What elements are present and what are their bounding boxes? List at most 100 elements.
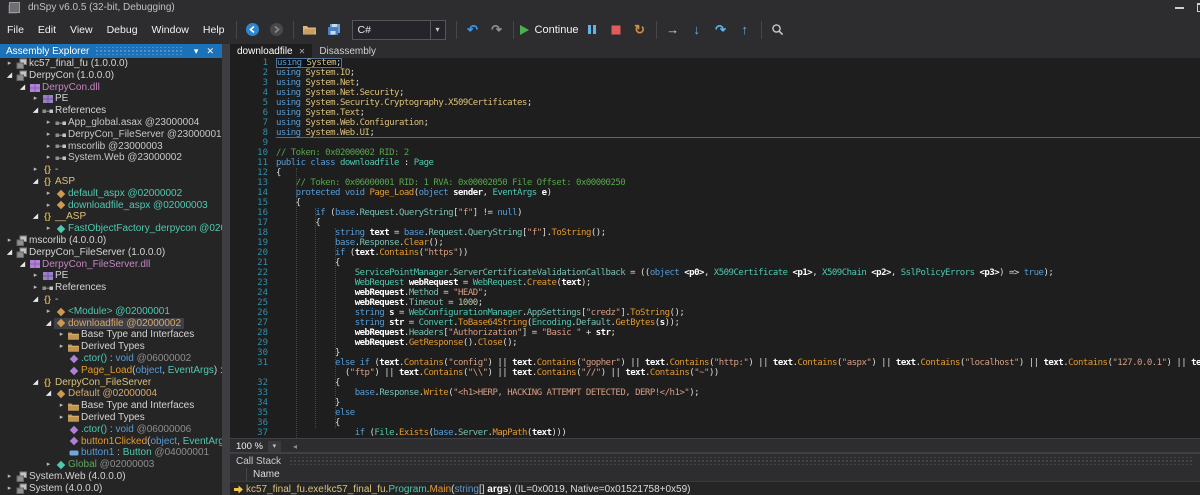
expand-icon[interactable]: ▸ [30,93,41,105]
code-line[interactable]: 20 if (text.Contains("https")) [242,248,1200,258]
stop-debugging-button[interactable] [605,19,627,41]
code-line[interactable]: 14 protected void Page_Load(object sende… [242,188,1200,198]
code-line[interactable]: 7using System.Web.Configuration; [242,118,1200,128]
save-all-button[interactable] [323,19,345,41]
tree-item[interactable]: ▸Derived Types [0,341,222,353]
collapse-icon[interactable]: ◢ [43,318,54,330]
code-line[interactable]: 8using System.Web.UI; [242,128,1200,138]
maximize-icon[interactable] [1190,0,1200,15]
navigate-forward-button[interactable] [266,19,288,41]
expand-icon[interactable]: ▸ [43,141,54,153]
tree-item[interactable]: ▸Base Type and Interfaces [0,400,222,412]
code-line[interactable]: 9 [242,138,1200,148]
code-line[interactable]: 12{ [242,168,1200,178]
tree-item[interactable]: ▸mscorlib (4.0.0.0) [0,235,222,247]
code-line[interactable]: 13 // Token: 0x06000001 RID: 1 RVA: 0x00… [242,178,1200,188]
expand-icon[interactable]: ▸ [56,412,67,424]
minimize-icon[interactable] [1168,0,1190,15]
collapse-icon[interactable]: ◢ [17,82,28,94]
code-line[interactable]: 26 string s = WebConfigurationManager.Ap… [242,308,1200,318]
tree-item[interactable]: ▸Derived Types [0,412,222,424]
menu-edit[interactable]: Edit [31,15,63,44]
code-line[interactable]: 33 base.Response.Write("<h1>HERP, HACKIN… [242,388,1200,398]
code-line[interactable]: 30 } [242,348,1200,358]
open-button[interactable] [299,19,321,41]
collapse-icon[interactable]: ◢ [4,70,15,82]
tree-item[interactable]: ◢References [0,105,222,117]
code-line[interactable]: 29 webRequest.GetResponse().Close(); [242,338,1200,348]
expand-icon[interactable]: ▸ [56,400,67,412]
expand-icon[interactable]: ▸ [43,152,54,164]
language-selector[interactable]: C#▾ [352,20,446,40]
panel-splitter[interactable] [222,44,230,495]
tree-item[interactable]: ▸downloadfile_aspx @02000003 [0,200,222,212]
tab-downloadfile[interactable]: downloadfile✕ [230,44,312,58]
step-over-button[interactable]: ↷ [710,19,732,41]
navigate-back-button[interactable] [242,19,264,41]
zoom-dropdown-icon[interactable]: ▾ [268,441,281,452]
tree-item[interactable]: ▸DerpyCon_FileServer @23000001 [0,129,222,141]
collapse-icon[interactable]: ◢ [30,211,41,223]
tree-item[interactable]: ◢downloadfile @02000002 [0,318,222,330]
expand-icon[interactable]: ▸ [56,341,67,353]
code-line[interactable]: 23 WebRequest webRequest = WebRequest.Cr… [242,278,1200,288]
tree-item[interactable]: ▸System (4.0.0.0) [0,483,222,495]
code-line[interactable]: 34 } [242,398,1200,408]
menu-debug[interactable]: Debug [100,15,145,44]
tree-item[interactable]: .ctor() : void @06000002 [0,353,222,365]
menu-file[interactable]: File [0,15,31,44]
expand-icon[interactable]: ▸ [30,282,41,294]
code-line[interactable]: 27 string str = Convert.ToBase64String(E… [242,318,1200,328]
zoom-level[interactable]: 100 % [230,441,268,452]
code-line[interactable]: 25 webRequest.Timeout = 1000; [242,298,1200,308]
code-line[interactable]: 35 else [242,408,1200,418]
tree-item[interactable]: ▸default_aspx @02000002 [0,188,222,200]
code-line[interactable]: 15 { [242,198,1200,208]
expand-icon[interactable]: ▸ [43,459,54,471]
tree-item[interactable]: .ctor() : void @06000006 [0,424,222,436]
horizontal-scrollbar[interactable]: ◂ [289,439,1200,453]
tree-item[interactable]: ◢DerpyCon_FileServer (1.0.0.0) [0,247,222,259]
tree-item[interactable]: Page_Load(object, EventArgs) : void @060… [0,365,222,377]
code-line[interactable]: 28 webRequest.Headers["Authorization"] =… [242,328,1200,338]
collapse-icon[interactable]: ◢ [30,377,41,389]
tree-item[interactable]: ◢{}ASP [0,176,222,188]
code-line[interactable]: 36 { [242,418,1200,428]
code-line[interactable]: 31 else if (text.Contains("config") || t… [242,358,1200,368]
panel-menu-icon[interactable]: ▾ [190,44,203,58]
code-line[interactable]: 6using System.Text; [242,108,1200,118]
expand-icon[interactable]: ▸ [43,306,54,318]
collapse-icon[interactable]: ◢ [30,105,41,117]
tab-disassembly[interactable]: Disassembly [312,44,383,58]
expand-icon[interactable]: ▸ [30,164,41,176]
expand-icon[interactable]: ▸ [4,471,15,483]
collapse-icon[interactable]: ◢ [30,176,41,188]
expand-icon[interactable]: ▸ [4,58,15,70]
restart-button[interactable]: ↻ [629,19,651,41]
expand-icon[interactable]: ▸ [43,129,54,141]
code-line[interactable]: 5using System.Security.Cryptography.X509… [242,98,1200,108]
tree-item[interactable]: ▸System.Web (4.0.0.0) [0,471,222,483]
tree-item[interactable]: ▸System.Web @23000002 [0,152,222,164]
expand-icon[interactable]: ▸ [30,270,41,282]
tree-item[interactable]: button1Clicked(object, EventArgs) : void [0,436,222,448]
tree-item[interactable]: ▸Base Type and Interfaces [0,329,222,341]
expand-icon[interactable]: ▸ [4,235,15,247]
tree-item[interactable]: ▸References [0,282,222,294]
code-line[interactable]: 1using System; [242,58,1200,68]
show-next-statement-button[interactable]: → [662,19,684,41]
tree-item[interactable]: ◢{}DerpyCon_FileServer [0,377,222,389]
code-line[interactable]: 37 if (File.Exists(base.Server.MapPath(t… [242,428,1200,438]
collapse-icon[interactable]: ◢ [43,388,54,400]
tree-item[interactable]: ▸App_global.asax @23000004 [0,117,222,129]
tree-item[interactable]: ▸mscorlib @23000003 [0,141,222,153]
collapse-icon[interactable]: ◢ [17,259,28,271]
code-line[interactable]: 3using System.Net; [242,78,1200,88]
break-all-button[interactable] [581,19,603,41]
code-line[interactable]: 21 { [242,258,1200,268]
tree-item[interactable]: ◢DerpyCon (1.0.0.0) [0,70,222,82]
expand-icon[interactable]: ▸ [43,200,54,212]
code-line[interactable]: 11public class downloadfile : Page [242,158,1200,168]
expand-icon[interactable]: ▸ [56,329,67,341]
tree-item[interactable]: ▸Global @02000003 [0,459,222,471]
